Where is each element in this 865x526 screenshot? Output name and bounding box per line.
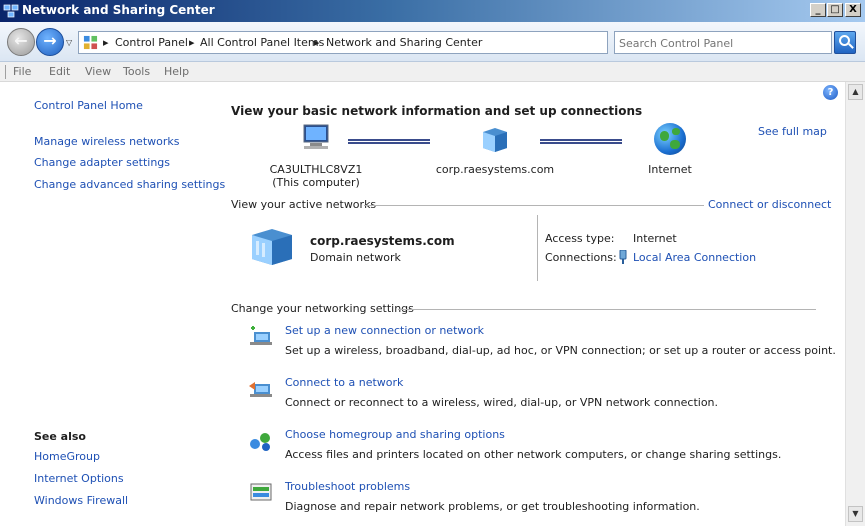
task-troubleshoot-link[interactable]: Troubleshoot problems — [285, 480, 410, 493]
breadcrumb-separator-icon[interactable]: ▸ — [189, 36, 195, 49]
forward-button[interactable]: → — [36, 28, 64, 56]
task-troubleshoot-desc: Diagnose and repair network problems, or… — [285, 500, 700, 513]
task-connect-network-desc: Connect or reconnect to a wireless, wire… — [285, 396, 719, 409]
network-center-icon — [3, 4, 19, 18]
breadcrumb-all-items[interactable]: All Control Panel Items — [200, 36, 324, 49]
task-setup-connection-link[interactable]: Set up a new connection or network — [285, 324, 484, 337]
close-button[interactable]: X — [845, 3, 861, 17]
control-panel-icon — [83, 35, 98, 50]
sidebar-change-adapter[interactable]: Change adapter settings — [34, 156, 170, 169]
connect-disconnect-link[interactable]: Connect or disconnect — [708, 198, 831, 211]
back-arrow-icon: ← — [14, 31, 28, 50]
active-network-type[interactable]: Domain network — [310, 251, 401, 264]
sidebar-control-panel-home[interactable]: Control Panel Home — [34, 99, 143, 112]
menu-help[interactable]: Help — [164, 65, 189, 78]
section-divider — [398, 309, 816, 310]
page-heading: View your basic network information and … — [231, 104, 643, 118]
scroll-up-icon[interactable]: ▲ — [848, 84, 863, 100]
task-connect-network-link[interactable]: Connect to a network — [285, 376, 403, 389]
task-homegroup-link[interactable]: Choose homegroup and sharing options — [285, 428, 505, 441]
troubleshoot-icon — [250, 483, 272, 501]
menu-file[interactable]: File — [13, 65, 31, 78]
task-setup-connection-desc: Set up a wireless, broadband, dial-up, a… — [285, 344, 836, 357]
change-settings-label: Change your networking settings — [231, 302, 414, 315]
homegroup-icon — [250, 433, 270, 451]
access-type-value: Internet — [633, 232, 677, 245]
window-title: Network and Sharing Center — [22, 3, 215, 17]
sidebar-advanced-sharing[interactable]: Change advanced sharing settings — [34, 178, 225, 191]
active-networks-label: View your active networks — [231, 198, 377, 211]
address-bar[interactable]: ▸ Control Panel ▸ All Control Panel Item… — [78, 31, 679, 54]
task-homegroup-desc: Access files and printers located on oth… — [285, 448, 782, 461]
see-full-map-link[interactable]: See full map — [758, 125, 827, 138]
internet-label: Internet — [648, 163, 692, 176]
minimize-button[interactable]: _ — [810, 3, 826, 17]
vertical-divider — [537, 215, 538, 281]
computer-icon — [303, 124, 329, 149]
navigation-bar: ← → ▽ ▸ Control Panel ▸ All Control Pane… — [0, 22, 865, 62]
local-area-connection-link[interactable]: Local Area Connection — [633, 251, 756, 264]
connect-network-icon — [249, 382, 272, 397]
connections-label: Connections: — [545, 251, 617, 264]
menu-grip — [5, 65, 6, 79]
see-also-internet-options[interactable]: Internet Options — [34, 472, 124, 485]
search-button[interactable] — [834, 31, 856, 54]
scroll-down-icon[interactable]: ▼ — [848, 506, 863, 522]
search-input[interactable] — [619, 35, 819, 51]
see-also-heading: See also — [34, 430, 86, 443]
link-line-1 — [348, 139, 430, 144]
title-bar: Network and Sharing Center _ □ X — [0, 0, 865, 22]
domain-network-icon — [483, 128, 507, 152]
see-also-windows-firewall[interactable]: Windows Firewall — [34, 494, 128, 507]
active-network-name: corp.raesystems.com — [310, 234, 455, 248]
forward-arrow-icon: → — [43, 31, 57, 50]
domain-network-large-icon — [252, 229, 292, 265]
internet-globe-icon — [654, 123, 686, 155]
breadcrumb-network-center[interactable]: Network and Sharing Center — [326, 36, 482, 49]
access-type-label: Access type: — [545, 232, 615, 245]
breadcrumb-control-panel[interactable]: Control Panel — [115, 36, 188, 49]
sidebar-manage-wireless[interactable]: Manage wireless networks — [34, 135, 179, 148]
menu-tools[interactable]: Tools — [123, 65, 150, 78]
menu-edit[interactable]: Edit — [49, 65, 70, 78]
breadcrumb-separator-icon[interactable]: ▸ — [103, 36, 109, 49]
section-divider — [364, 205, 704, 206]
search-box[interactable] — [614, 31, 832, 54]
new-connection-icon — [250, 326, 272, 345]
computer-subtitle: (This computer) — [272, 176, 360, 189]
ethernet-connection-icon — [619, 250, 627, 264]
menu-bar: File Edit View Tools Help — [0, 62, 865, 82]
computer-name: CA3ULTHLC8VZ1 — [269, 163, 363, 176]
history-dropdown-icon[interactable]: ▽ — [66, 38, 72, 47]
breadcrumb-separator-icon[interactable]: ▸ — [314, 36, 320, 49]
maximize-button[interactable]: □ — [827, 3, 843, 17]
see-also-homegroup[interactable]: HomeGroup — [34, 450, 100, 463]
domain-name: corp.raesystems.com — [435, 163, 555, 176]
link-line-2 — [540, 139, 622, 144]
help-icon[interactable]: ? — [823, 85, 838, 100]
back-button[interactable]: ← — [7, 28, 35, 56]
vertical-scrollbar[interactable]: ▲ ▼ — [845, 82, 865, 526]
menu-view[interactable]: View — [85, 65, 111, 78]
